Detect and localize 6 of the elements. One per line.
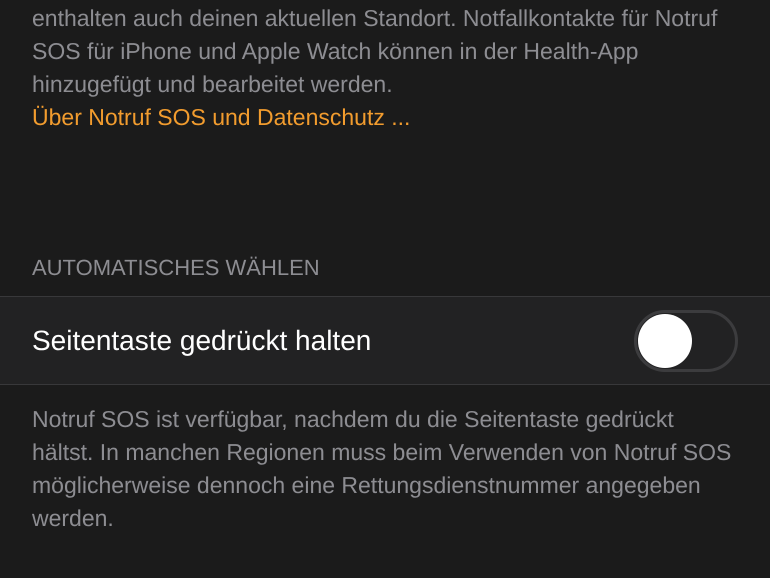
section-header: AUTOMATISCHES WÄHLEN (31, 254, 321, 282)
footer-text: Notruf SOS ist verfügbar, nachdem du die Seitentaste gedrückt hältst. In manchen Regionen muss beim Verwenden von Notruf SOS möglicherweise dennoch eine Rettungsdienstnummer angegeben werden. (31, 405, 732, 533)
setting-label: Seitentaste gedrückt halten (32, 324, 372, 358)
toggle-switch[interactable] (634, 310, 738, 372)
info-paragraph: enthalten auch deinen aktuellen Standort. Notfallkontakte für Notruf SOS für iPhone und Apple Watch können in der Health-App hinzugefügt und bearbeitet werden. Über Notruf SOS und Datenschutz ... (31, 4, 718, 132)
privacy-link[interactable]: Über Notruf SOS und Datenschutz ... (32, 104, 410, 130)
